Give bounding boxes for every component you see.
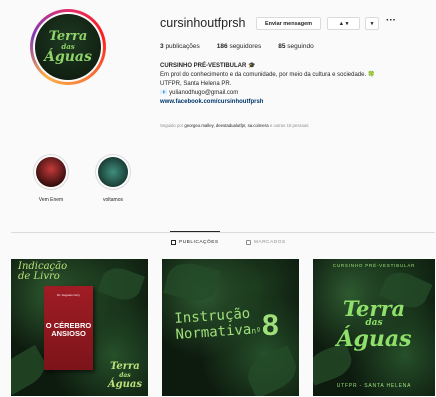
big-logo-line-1: Terra [342, 296, 406, 321]
highlight-cover [95, 154, 131, 190]
post-top-text: CURSINHO PRÉ-VESTIBULAR [332, 263, 416, 268]
bio-name: CURSINHO PRÉ-VESTIBULAR 🎓 [160, 63, 256, 69]
following-stat[interactable]: 85 seguindo [278, 43, 313, 50]
book-cover: Dr. Augusto Cury O CÉREBRO ANSIOSO [44, 286, 93, 370]
profile-username: cursinhoutfprsh [160, 16, 246, 30]
followed-by[interactable]: Seguido por georgeo.malley, deestadualut… [160, 123, 430, 128]
tag-icon [246, 240, 251, 245]
bio-line-1: Em prol do conhecimento e da comunidade,… [160, 72, 376, 78]
big-logo-line-3: Águas [336, 326, 412, 352]
posts-stat: 3 publicações [160, 43, 200, 50]
bio-link[interactable]: www.facebook.com/cursinhoutfprsh [160, 98, 432, 107]
post-headline: Indicação de Livro [18, 262, 67, 282]
profile-stats: 3 publicações 186 seguidores 85 seguindo [160, 43, 314, 50]
grid-icon [171, 240, 176, 245]
avatar-border: Terra das Águas [33, 12, 103, 82]
post-title: Instrução Normativanº [174, 305, 262, 345]
posts-label: publicações [165, 43, 200, 50]
followers-label: seguidores [229, 43, 262, 50]
highlight-image [98, 157, 128, 187]
tab-posts[interactable]: PUBLICAÇÕES [171, 240, 219, 245]
post-logo: Terra das Águas [107, 361, 142, 390]
post-logo-line-3: Águas [107, 379, 142, 390]
highlight-label: voltamos [102, 197, 123, 203]
profile-avatar[interactable]: Terra das Águas [30, 9, 106, 85]
highlight-image [36, 157, 66, 187]
tab-posts-label: PUBLICAÇÕES [179, 240, 219, 245]
post-terra-das-aguas[interactable]: CURSINHO PRÉ-VESTIBULAR Terra das Águas … [313, 259, 435, 396]
highlight-cover [33, 154, 69, 190]
followed-by-prefix: Seguido por [160, 123, 184, 128]
post-logo-line-1: Terra [110, 361, 140, 372]
leaf-decoration [97, 263, 145, 305]
following-button[interactable]: ▲ ▾ [327, 17, 360, 30]
followed-by-names: georgeo.malley, deestadualutfpr, sa.coim… [184, 123, 269, 128]
post-big-logo: Terra das Águas [313, 298, 435, 350]
followed-by-suffix: e outras 15 pessoas [269, 123, 309, 128]
tab-tagged-label: MARCADOS [254, 240, 286, 245]
highlight-vem-enem[interactable]: Vem Enem [31, 154, 71, 203]
following-count: 85 [278, 43, 286, 50]
profile-bio: CURSINHO PRÉ-VESTIBULAR 🎓 Em prol do con… [160, 62, 432, 107]
active-tab-indicator [170, 231, 220, 232]
bio-line-3: 📧 yulianodhugo@gmail.com [160, 90, 239, 96]
leaf-decoration [163, 259, 221, 306]
followers-stat[interactable]: 186 seguidores [217, 43, 261, 50]
highlight-voltamos[interactable]: voltamos [93, 154, 133, 203]
suggested-accounts-button[interactable]: ▾ [365, 17, 379, 30]
followers-count: 186 [216, 43, 228, 50]
book-title-line-2: ANSIOSO [51, 329, 86, 338]
send-message-button[interactable]: Enviar mensagem [256, 17, 321, 30]
avatar-logo: Terra das Águas [35, 14, 101, 80]
tab-tagged[interactable]: MARCADOS [246, 240, 286, 245]
tabs-divider [11, 232, 435, 233]
post-instrucao-normativa[interactable]: Instrução Normativanº 8 [162, 259, 299, 396]
post-bottom-text: UTFPR - SANTA HELENA [336, 383, 412, 389]
avatar-logo-line-3: Águas [44, 49, 92, 65]
book-author: Dr. Augusto Cury [57, 293, 80, 297]
bio-line-2: UTFPR, Santa Helena PR. [160, 81, 232, 87]
following-label: seguindo [287, 43, 314, 50]
post-book-recommendation[interactable]: Indicação de Livro Dr. Augusto Cury O CÉ… [11, 259, 148, 396]
post-number: 8 [262, 309, 279, 342]
post-title-sup: nº [251, 326, 262, 336]
highlight-label: Vem Enem [38, 197, 64, 203]
leaf-decoration [241, 345, 299, 396]
options-icon[interactable]: ··· [386, 15, 396, 26]
posts-count: 3 [160, 43, 164, 50]
post-headline-line-2: de Livro [18, 271, 60, 282]
